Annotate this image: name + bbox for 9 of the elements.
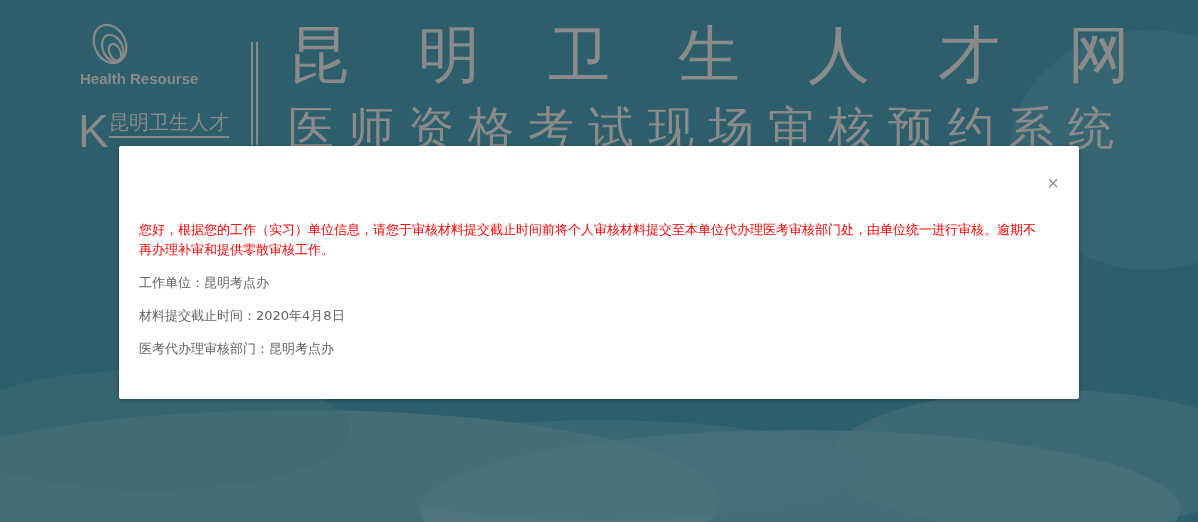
site-title: 昆明卫生人才网 (288, 22, 1198, 88)
logo-name: 昆明卫生人才 (108, 109, 229, 138)
notice-text: 您好，根据您的工作（实习）单位信息，请您于审核材料提交截止时间前将个人审核材料提交至本单位代办理医考审核部门处，由单位统一进行审核。逾期不再办理补审和提供零散审核工作。 (139, 221, 1037, 259)
info-line: 工作单位：昆明考点办 (139, 274, 270, 292)
logo-letter: K (78, 108, 109, 154)
close-button[interactable]: × (1043, 160, 1063, 206)
logo-tagline: Health Resourse (80, 70, 199, 87)
info-line: 医考代办理审核部门：昆明考点办 (139, 340, 335, 358)
info-line: 材料提交截止时间：2020年4月8日 (139, 307, 346, 325)
